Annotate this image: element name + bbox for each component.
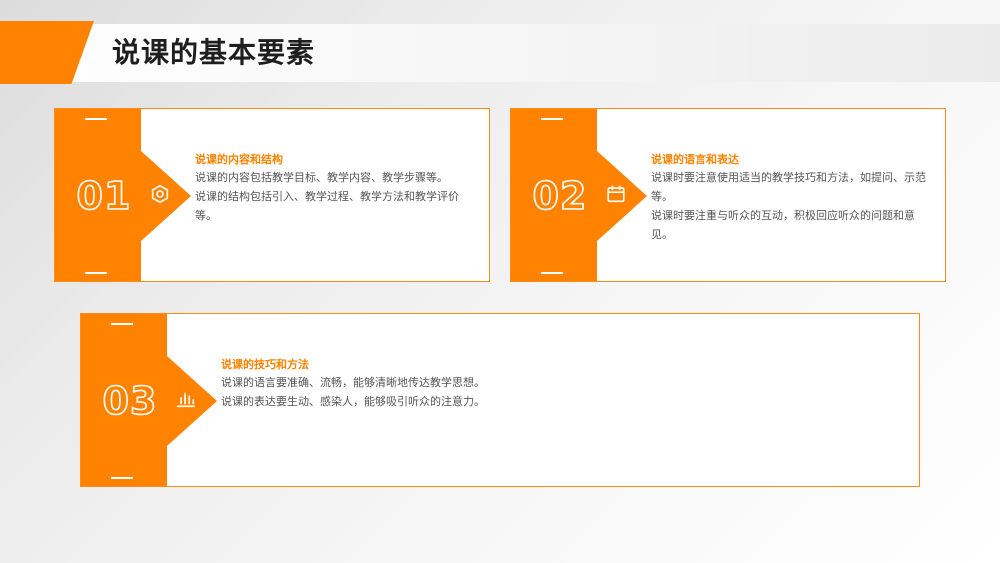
card-text-line: 说课的语言要准确、流畅，能够清晰地传达教学思想。: [221, 376, 485, 389]
strip-line: [111, 323, 133, 325]
strip-line: [85, 118, 107, 120]
card-strip: 02: [511, 109, 597, 281]
card-text-line: 说课的内容包括教学目标、教学内容、教学步骤等。: [195, 171, 448, 184]
calendar-icon: [607, 185, 625, 203]
strip-line: [541, 118, 563, 120]
card-number: 03: [102, 378, 158, 424]
card-content-structure: 01 说课的内容和结构 说课的内容包括教学目标、教学内容、教学步骤等。 说课的结…: [54, 108, 490, 282]
card-text-line: 说课的表达要生动、感染人，能够吸引听众的注意力。: [221, 395, 485, 408]
card-body: 说课的语言和表达 说课时要注意使用适当的教学技巧和方法，如提问、示范等。 说课时…: [651, 151, 933, 244]
card-heading: 说课的语言和表达: [651, 153, 739, 166]
card-skills-methods: 03 说课的技巧和方法 说课的语言要准确、流畅，能够清晰地传达教学思想。 说课的…: [80, 313, 920, 487]
strip-line: [541, 272, 563, 274]
card-number: 01: [76, 173, 132, 219]
bar-chart-icon: [176, 392, 196, 408]
card-strip: 01: [55, 109, 141, 281]
card-heading: 说课的内容和结构: [195, 153, 283, 166]
card-body: 说课的技巧和方法 说课的语言要准确、流畅，能够清晰地传达教学思想。 说课的表达要…: [221, 356, 907, 411]
page-title: 说课的基本要素: [112, 36, 316, 69]
card-text-line: 说课时要注重与听众的互动，积极回应听众的问题和意见。: [651, 209, 915, 241]
strip-line: [85, 272, 107, 274]
card-heading: 说课的技巧和方法: [221, 358, 309, 371]
card-text-line: 说课的结构包括引入、教学过程、教学方法和教学评价等。: [195, 190, 459, 222]
hexagon-nut-icon: [151, 184, 169, 204]
card-language-expression: 02 说课的语言和表达 说课时要注意使用适当的教学技巧和方法，如提问、示范等。 …: [510, 108, 946, 282]
card-strip: 03: [81, 314, 167, 486]
strip-line: [111, 477, 133, 479]
card-body: 说课的内容和结构 说课的内容包括教学目标、教学内容、教学步骤等。 说课的结构包括…: [195, 151, 477, 225]
card-number: 02: [532, 173, 588, 219]
card-text-line: 说课时要注意使用适当的教学技巧和方法，如提问、示范等。: [651, 171, 926, 203]
